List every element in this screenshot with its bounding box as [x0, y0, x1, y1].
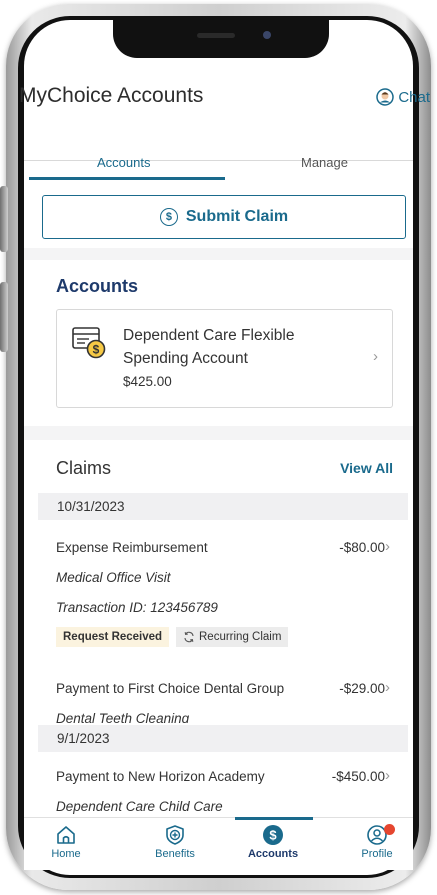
page-title: MyChoice Accounts [19, 84, 204, 107]
chevron-right-icon: › [385, 767, 390, 784]
chat-avatar-icon [376, 88, 395, 106]
date-header: 9/1/2023 [38, 725, 408, 752]
date-label: 9/1/2023 [57, 731, 110, 746]
recurring-badge: Recurring Claim [176, 627, 289, 647]
claims-heading: Claims [56, 458, 112, 478]
recurring-label: Recurring Claim [199, 631, 282, 643]
volume-down-button [0, 282, 8, 352]
account-balance: $425.00 [123, 374, 172, 389]
shield-plus-icon [166, 825, 184, 845]
account-name: Dependent Care Flexible Spending Account [123, 327, 295, 367]
tab-bar: Accounts Manage [24, 128, 413, 180]
claim-description: Dental Teeth Cleaning [56, 711, 190, 723]
nav-accounts[interactable]: $ Accounts [238, 824, 308, 860]
status-badge: Request Received [56, 627, 170, 647]
svg-text:$: $ [93, 343, 100, 357]
date-label: 10/31/2023 [57, 499, 125, 514]
dollar-circle-icon: $ [159, 208, 178, 226]
camera [263, 31, 271, 39]
section-divider [24, 426, 413, 440]
nav-home-label: Home [51, 848, 81, 860]
tab-accounts[interactable]: Accounts [97, 155, 150, 170]
notification-dot [384, 824, 395, 835]
section-divider [24, 248, 413, 260]
view-all-link[interactable]: View All [340, 460, 393, 476]
claim-title: Expense Reimbursement [56, 540, 208, 555]
speaker [197, 33, 235, 38]
nav-home[interactable]: Home [31, 824, 101, 860]
active-nav-indicator [235, 817, 313, 820]
date-header: 10/31/2023 [38, 493, 408, 520]
chevron-right-icon: › [385, 538, 390, 555]
nav-profile-label: Profile [361, 848, 393, 860]
recurring-icon [184, 631, 194, 643]
nav-benefits-label: Benefits [155, 848, 195, 860]
svg-text:$: $ [269, 828, 277, 843]
bottom-nav: Home Benefits $ Accounts Profile [24, 817, 413, 870]
claim-amount: -$450.00 [331, 769, 385, 784]
claim-description: Medical Office Visit [56, 570, 171, 585]
chevron-right-icon: › [373, 348, 378, 365]
claim-title: Payment to First Choice Dental Group [56, 681, 285, 696]
notch [113, 20, 329, 58]
tab-manage[interactable]: Manage [301, 155, 348, 170]
home-icon [57, 826, 75, 844]
nav-profile[interactable]: Profile [342, 824, 412, 860]
claim-title: Payment to New Horizon Academy [56, 769, 265, 784]
volume-up-button [0, 186, 8, 252]
account-card[interactable]: $ Dependent Care Flexible Spending Accou… [56, 309, 393, 408]
accounts-heading: Accounts [56, 276, 139, 296]
card-dollar-icon: $ [72, 327, 106, 359]
nav-benefits[interactable]: Benefits [140, 824, 210, 860]
chat-label: Chat [398, 88, 430, 106]
chat-button[interactable]: Chat [376, 88, 430, 106]
transaction-id: Transaction ID: 123456789 [56, 600, 218, 615]
claim-amount: -$80.00 [339, 540, 385, 555]
nav-accounts-label: Accounts [247, 848, 299, 860]
submit-claim-button[interactable]: $ Submit Claim [42, 195, 406, 239]
active-tab-indicator [29, 177, 225, 180]
dollar-circle-icon: $ [263, 825, 283, 845]
claim-description: Dependent Care Child Care [56, 799, 223, 814]
submit-claim-label: Submit Claim [185, 208, 289, 225]
claim-amount: -$29.00 [339, 681, 385, 696]
chevron-right-icon: › [385, 679, 390, 696]
